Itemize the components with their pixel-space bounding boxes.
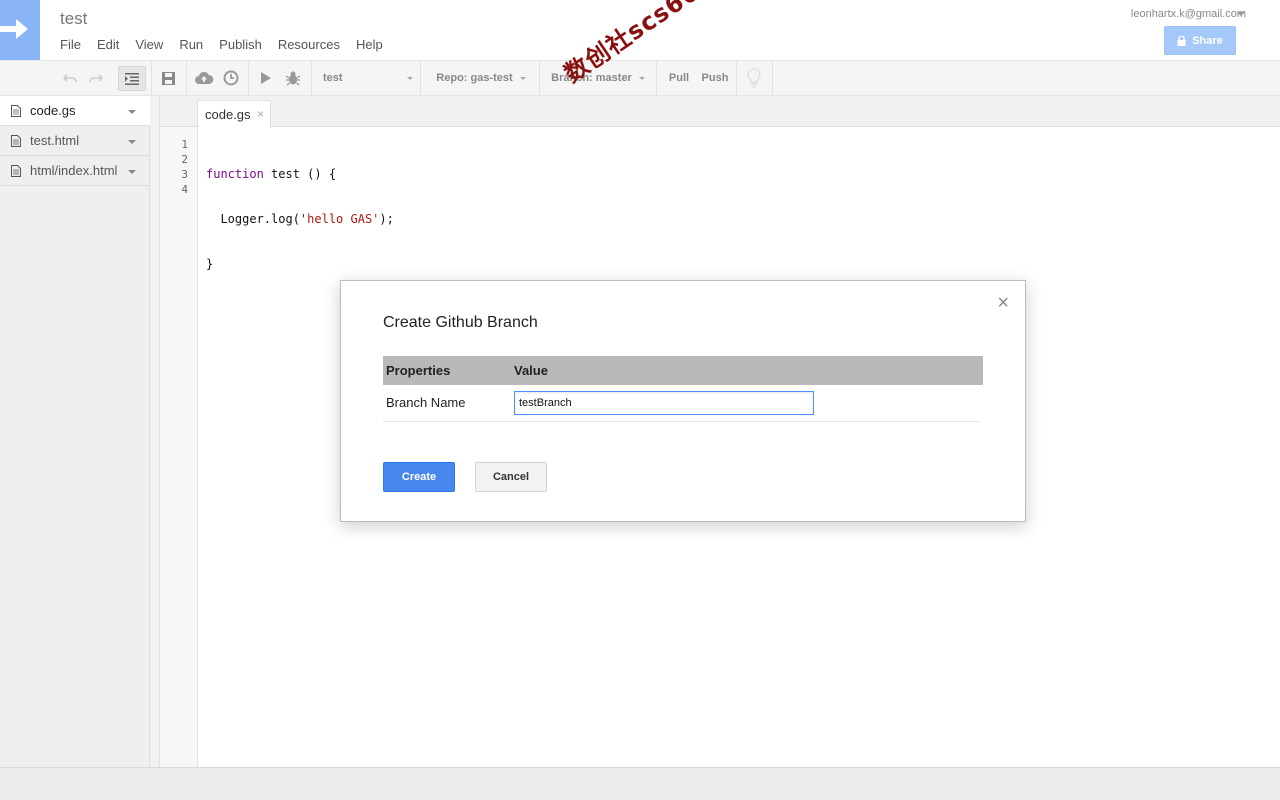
chevron-down-icon	[519, 76, 526, 80]
indent-icon	[125, 72, 139, 85]
cloud-upload-icon	[195, 71, 214, 84]
branch-name-label: Branch Name	[386, 395, 466, 410]
share-label: Share	[1192, 34, 1223, 47]
chevron-down-icon[interactable]	[128, 110, 136, 114]
toolbar-divider	[539, 61, 540, 95]
chevron-down-icon	[638, 76, 645, 80]
menu-resources[interactable]: Resources	[278, 37, 340, 52]
clock-icon	[223, 70, 239, 86]
repo-label: Repo: gas-test	[436, 72, 513, 84]
code-line: Logger.log('hello GAS');	[206, 212, 394, 227]
menu-publish[interactable]: Publish	[219, 37, 262, 52]
table-row-divider	[383, 421, 979, 422]
file-sidebar: code.gs test.html html/index.html	[0, 96, 150, 767]
create-button[interactable]: Create	[383, 462, 455, 492]
bug-icon	[285, 71, 301, 86]
close-icon[interactable]: ×	[997, 293, 1009, 313]
save-button[interactable]	[158, 61, 178, 95]
line-number: 1	[181, 138, 188, 151]
tab-label: code.gs	[205, 107, 251, 122]
repo-select[interactable]: Repo: gas-test	[428, 61, 534, 95]
dialog-title: Create Github Branch	[383, 314, 538, 331]
toolbar-divider	[248, 61, 249, 95]
toolbar-divider	[736, 61, 737, 95]
play-icon	[261, 72, 271, 84]
line-number: 3	[181, 168, 188, 181]
account-caret-icon[interactable]	[1237, 12, 1245, 16]
menu-run[interactable]: Run	[179, 37, 203, 52]
run-button[interactable]	[256, 61, 276, 95]
toolbar-divider	[311, 61, 312, 95]
account-email[interactable]: leonhartx.k@gmail.com	[1131, 8, 1246, 20]
status-bar	[0, 767, 1280, 800]
menu-help[interactable]: Help	[356, 37, 383, 52]
file-name: html/index.html	[30, 163, 118, 178]
function-select-value: test	[323, 72, 343, 84]
code-text: Logger.log(	[206, 212, 300, 226]
sidebar-resize-handle[interactable]	[150, 96, 160, 767]
create-branch-dialog: × Create Github Branch Properties Value …	[340, 280, 1026, 522]
pull-button[interactable]: Pull	[664, 61, 694, 95]
chevron-down-icon[interactable]	[128, 170, 136, 174]
function-select[interactable]: test	[318, 61, 414, 95]
line-number-gutter: 1 2 3 4	[160, 127, 198, 767]
file-icon	[11, 135, 21, 147]
tab-close-icon[interactable]: ×	[257, 107, 264, 121]
menu-view[interactable]: View	[135, 37, 163, 52]
file-item-test-html[interactable]: test.html	[0, 126, 150, 156]
undo-button[interactable]	[60, 61, 80, 95]
lightbulb-icon	[747, 68, 761, 88]
share-button[interactable]: Share	[1164, 26, 1236, 55]
code-string: 'hello GAS'	[299, 212, 380, 226]
code-text: }	[206, 257, 214, 271]
toolbar: test Repo: gas-test Branch: master Pull …	[0, 60, 1280, 96]
file-name: code.gs	[30, 103, 76, 118]
tips-button[interactable]	[742, 61, 766, 95]
code-line: function test () {	[206, 167, 394, 182]
apps-script-logo[interactable]	[0, 0, 40, 60]
push-button[interactable]: Push	[698, 61, 732, 95]
line-number: 2	[181, 153, 188, 166]
project-title[interactable]: test	[60, 9, 87, 29]
menu-edit[interactable]: Edit	[97, 37, 119, 52]
line-number: 4	[181, 183, 188, 196]
chevron-down-icon[interactable]	[128, 140, 136, 144]
push-label: Push	[701, 72, 729, 84]
save-icon	[161, 71, 175, 85]
toolbar-divider	[656, 61, 657, 95]
redo-icon	[89, 74, 103, 83]
properties-table-header: Properties Value	[383, 356, 983, 385]
chevron-down-icon	[406, 76, 413, 80]
toolbar-divider	[186, 61, 187, 95]
toolbar-divider	[151, 61, 152, 95]
file-item-html-index-html[interactable]: html/index.html	[0, 156, 150, 186]
toolbar-divider	[420, 61, 421, 95]
pull-label: Pull	[668, 72, 690, 84]
branch-name-input[interactable]	[514, 391, 814, 415]
file-icon	[11, 105, 21, 117]
triggers-button[interactable]	[220, 61, 242, 95]
publish-cloud-button[interactable]	[193, 61, 215, 95]
file-icon	[11, 165, 21, 177]
lock-icon	[1177, 35, 1186, 46]
menu-file[interactable]: File	[60, 37, 81, 52]
file-item-code-gs[interactable]: code.gs	[0, 96, 150, 126]
debug-button[interactable]	[282, 61, 304, 95]
menu-bar: File Edit View Run Publish Resources Hel…	[60, 37, 399, 52]
column-header-properties: Properties	[386, 363, 451, 378]
code-text: test () {	[263, 167, 337, 181]
code-keyword: function	[206, 167, 264, 181]
cancel-button[interactable]: Cancel	[475, 462, 547, 492]
undo-icon	[63, 74, 77, 83]
indent-button[interactable]	[118, 66, 146, 91]
code-text: );	[379, 212, 394, 226]
editor-tabs-bar: code.gs ×	[160, 96, 1280, 128]
tab-code-gs[interactable]: code.gs ×	[197, 100, 271, 128]
toolbar-divider	[772, 61, 773, 95]
redo-button[interactable]	[86, 61, 106, 95]
file-name: test.html	[30, 133, 80, 148]
code-line: }	[206, 257, 394, 272]
column-header-value: Value	[514, 363, 548, 378]
arrow-right-icon	[0, 19, 28, 39]
